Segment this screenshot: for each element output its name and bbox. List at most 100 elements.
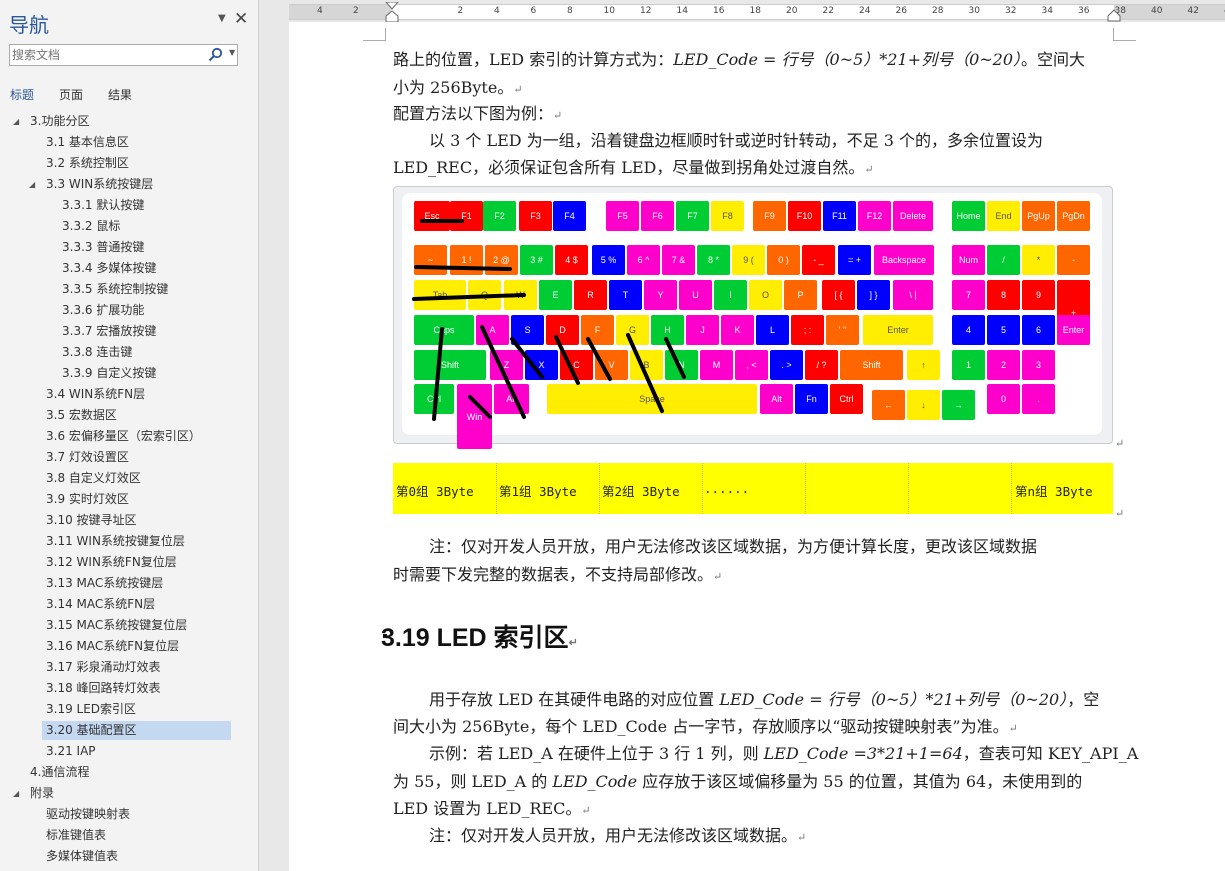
nav-heading-label: 附录	[30, 786, 55, 800]
ruler-number: 34	[1041, 6, 1053, 16]
tab-results[interactable]: 结果	[108, 86, 132, 103]
nav-heading-label: 3.3 WIN系统按键层	[46, 177, 154, 191]
ruler-number: 2	[457, 6, 464, 16]
ruler-number: 22	[822, 6, 834, 16]
nav-heading-item[interactable]: 4.通信流程	[30, 763, 89, 782]
nav-heading-item[interactable]: 3.10 按键寻址区	[46, 511, 137, 530]
ruler-number: 14	[676, 6, 688, 16]
paragraph-2: 配置方法以下图为例：↵	[393, 104, 563, 123]
nav-heading-label: 3.2 系统控制区	[46, 156, 129, 170]
nav-heading-item[interactable]: 3.3.6 扩展功能	[62, 301, 144, 320]
nav-heading-item[interactable]: 3.3.8 连击键	[62, 343, 132, 362]
ruler-margin-right	[1114, 5, 1225, 19]
nav-close-icon[interactable]: ✕	[234, 9, 248, 29]
ruler-number: 30	[968, 6, 980, 16]
nav-heading-item[interactable]: 3.20 基础配置区	[42, 721, 231, 740]
nav-heading-label: 3.3.9 自定义按键	[62, 366, 157, 380]
bytes-cell-5	[908, 463, 1012, 514]
nav-heading-label: 3.1 基本信息区	[46, 135, 129, 149]
nav-heading-item[interactable]: 3.3.7 宏播放按键	[62, 322, 156, 341]
nav-heading-item[interactable]: 3.2 系统控制区	[46, 154, 129, 173]
nav-heading-item[interactable]: 3.5 宏数据区	[46, 406, 117, 425]
ruler-number: 10	[603, 6, 615, 16]
ruler-number: 40	[1151, 6, 1163, 16]
nav-heading-item[interactable]: 3.21 IAP	[46, 742, 96, 761]
section-heading: 3.19 LED 索引区↵	[381, 624, 578, 652]
nav-heading-item[interactable]: 3.6 宏偏移量区（宏索引区）	[46, 427, 201, 446]
bytes-label-0: 第0组 3Byte	[396, 484, 474, 499]
nav-heading-item[interactable]: 3.3.5 系统控制按键	[62, 280, 168, 299]
nav-heading-item[interactable]: 3.13 MAC系统按键层	[46, 574, 163, 593]
nav-heading-label: 3.3.5 系统控制按键	[62, 282, 169, 296]
nav-heading-label: 3.3.8 连击键	[62, 345, 133, 359]
right-indent-marker[interactable]	[1107, 8, 1121, 22]
nav-search-box[interactable]: ▼	[9, 44, 238, 66]
nav-heading-item[interactable]: 3.19 LED索引区	[46, 700, 136, 719]
nav-heading-item[interactable]: 3.3.9 自定义按键	[62, 364, 156, 383]
nav-heading-item[interactable]: 3.3.3 普通按键	[62, 238, 144, 257]
collapse-triangle-icon[interactable]: ◢	[13, 112, 19, 131]
nav-heading-item[interactable]: 3.8 自定义灯效区	[46, 469, 141, 488]
collapse-triangle-icon[interactable]: ◢	[13, 784, 19, 803]
nav-heading-item[interactable]: 3.1 基本信息区	[46, 133, 129, 152]
paragraph-4b: 间大小为 256Byte，每个 LED_Code 占一字节，存放顺序以“驱动按键…	[393, 717, 1018, 736]
nav-heading-item[interactable]: 3.14 MAC系统FN层	[46, 595, 155, 614]
nav-heading-item[interactable]: 3.17 彩泉涌动灯效表	[46, 658, 161, 677]
margin-corner-right	[1113, 28, 1136, 41]
nav-heading-label: 3.12 WIN系统FN复位层	[46, 555, 177, 569]
nav-heading-item[interactable]: ◢ 3.功能分区	[13, 112, 89, 131]
paragraph-4a: 用于存放 LED 在其硬件电路的对应位置 LED_Code = 行号（0~5）*…	[429, 690, 1100, 709]
search-icon[interactable]	[208, 47, 223, 66]
nav-heading-label: 3.21 IAP	[46, 744, 96, 758]
nav-heading-label: 3.8 自定义灯效区	[46, 471, 141, 485]
nav-heading-item[interactable]: 3.9 实时灯效区	[46, 490, 129, 509]
nav-heading-item[interactable]: 3.11 WIN系统按键复位层	[46, 532, 185, 551]
nav-heading-item[interactable]: 多媒体键值表	[46, 847, 118, 866]
nav-options-dropdown-icon[interactable]: ▼	[218, 13, 226, 24]
nav-heading-item[interactable]: 3.3.2 鼠标	[62, 217, 120, 236]
tab-headings[interactable]: 标题	[10, 86, 34, 103]
nav-heading-label: 3.3.3 普通按键	[62, 240, 145, 254]
ruler-number: 24	[859, 6, 871, 16]
nav-heading-item[interactable]: 标准键值表	[46, 826, 106, 845]
nav-title: 导航	[9, 13, 49, 37]
nav-heading-item[interactable]: 3.12 WIN系统FN复位层	[46, 553, 177, 572]
nav-heading-item[interactable]: 驱动按键映射表	[46, 805, 130, 824]
ruler-number: 2	[353, 6, 359, 16]
collapse-triangle-icon[interactable]: ◢	[29, 175, 35, 194]
ruler-margin-left	[289, 5, 391, 19]
nav-heading-label: 标准键值表	[46, 828, 107, 842]
nav-heading-label: 3.14 MAC系统FN层	[46, 597, 156, 611]
nav-heading-item[interactable]: 3.15 MAC系统按键复位层	[46, 616, 187, 635]
search-dropdown-icon[interactable]: ▼	[229, 48, 235, 57]
nav-heading-label: 3.11 WIN系统按键复位层	[46, 534, 185, 548]
ruler-number: 20	[786, 6, 798, 16]
nav-heading-label: 3.15 MAC系统按键复位层	[46, 618, 188, 632]
nav-heading-item[interactable]: 3.4 WIN系统FN层	[46, 385, 145, 404]
nav-heading-item[interactable]: 3.18 峰回路转灯效表	[46, 679, 161, 698]
tab-pages[interactable]: 页面	[59, 86, 83, 103]
document-page[interactable]: 路上的位置，LED 索引的计算方式为：LED_Code = 行号（0~5）*21…	[289, 22, 1225, 871]
navigation-pane: 导航 ▼ ✕ ▼ 标题 页面 结果 ◢ 3.功能分区 3.1 基本信息区 3.2 系统…	[0, 0, 259, 871]
nav-heading-item[interactable]: 3.3.1 默认按键	[62, 196, 144, 215]
nav-heading-item[interactable]: ◢ 附录	[13, 784, 55, 803]
nav-heading-label: 多媒体键值表	[46, 849, 119, 863]
first-line-indent-marker[interactable]	[385, 2, 399, 22]
ruler-number: 6	[530, 6, 537, 16]
nav-heading-label: 3.18 峰回路转灯效表	[46, 681, 161, 695]
nav-heading-label: 3.7 灯效设置区	[46, 450, 129, 464]
ruler-number: 42	[1187, 6, 1199, 16]
ruler-strip[interactable]: 4 2 2 4 6 8 10 12 14 16 18 20 22 24 26 28 30 32 34 36 38 40 42…	[289, 2, 1225, 22]
keyboard-led-image: Esc F1 F2 F3 F4 F5 F6 F7 F8 F9 F10 F11 F12 Delete Home…	[393, 186, 1113, 449]
nav-search-input[interactable]	[12, 46, 202, 64]
paragraph-3b: LED_REC，必须保证包含所有 LED，尽量做到拐角处过渡自然。↵	[393, 158, 874, 177]
bytes-label-1: 第1组 3Byte	[499, 484, 577, 499]
margin-corner-left	[363, 28, 386, 41]
nav-heading-item[interactable]: 3.3.4 多媒体按键	[62, 259, 156, 278]
nav-heading-item[interactable]: 3.7 灯效设置区	[46, 448, 129, 467]
paragraph-5b: 为 55，则 LED_A 的 LED_Code 应存放于该区域偏移量为 55 的…	[393, 772, 1083, 791]
nav-heading-item[interactable]: ◢ 3.3 WIN系统按键层	[29, 175, 154, 194]
ruler-number: 16	[713, 6, 725, 16]
nav-heading-label: 3.16 MAC系统FN复位层	[46, 639, 180, 653]
nav-heading-item[interactable]: 3.16 MAC系统FN复位层	[46, 637, 179, 656]
